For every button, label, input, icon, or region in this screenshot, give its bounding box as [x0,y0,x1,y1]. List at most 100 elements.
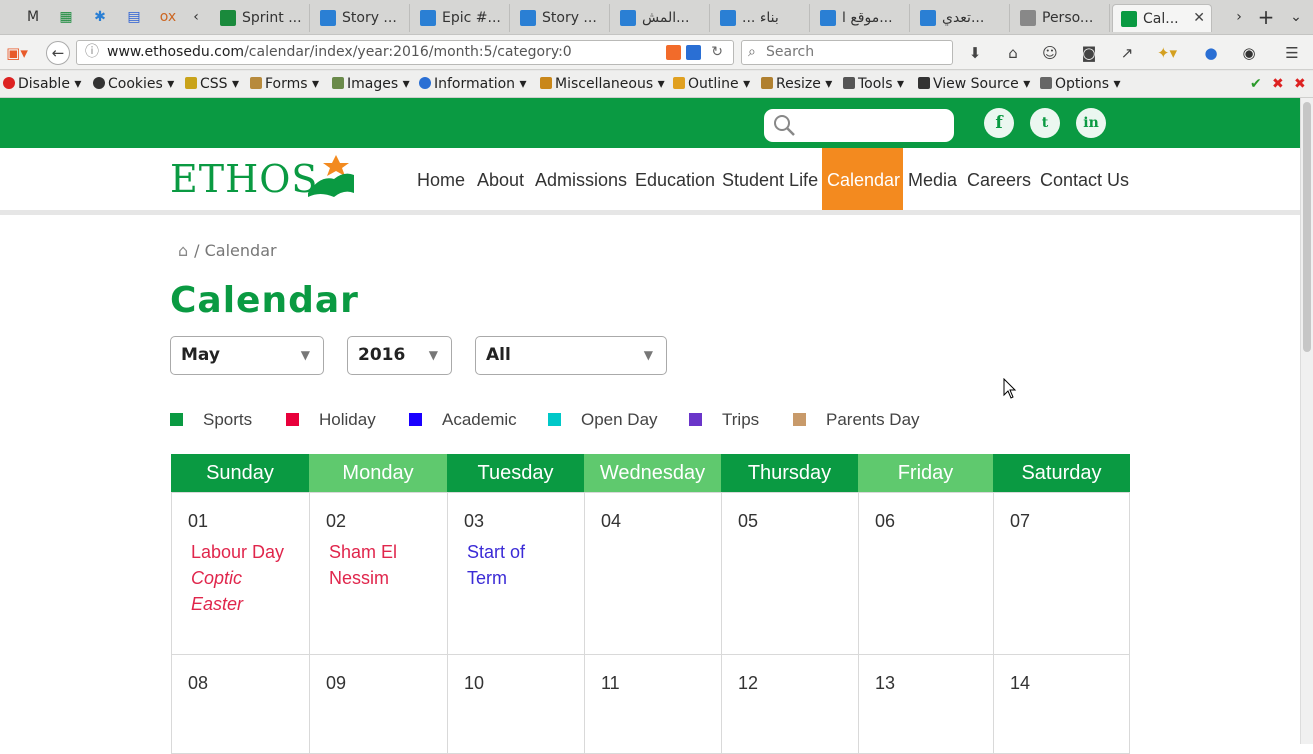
jira-icon [520,10,536,26]
linkedin-icon[interactable]: in [1076,108,1106,138]
calendar-day[interactable]: 08 [171,654,310,754]
tab-arabic-3[interactable]: موقع ا... [812,4,910,32]
nav-careers[interactable]: Careers [961,148,1037,210]
dev-miscellaneous[interactable]: Miscellaneous ▾ [540,76,665,92]
nav-student-life[interactable]: Student Life [716,148,824,210]
tab-scroll-left-icon[interactable]: ‹ [185,6,207,28]
gmail-icon[interactable]: M [22,6,44,28]
close-icon[interactable]: ✖ [1294,76,1306,92]
day-number: 12 [738,673,759,693]
site-search-input[interactable] [764,109,954,142]
facebook-icon[interactable]: f [984,108,1014,138]
twitter-icon[interactable]: t [1030,108,1060,138]
calendar-day[interactable]: 02 Sham El Nessim [309,492,448,655]
calendar-day[interactable]: 05 [721,492,859,655]
addon-info-icon[interactable] [686,45,701,60]
calendar-day[interactable]: 10 [447,654,585,754]
calendar-day[interactable]: 12 [721,654,859,754]
url-bar[interactable]: ⓘ www.ethosedu.com/calendar/index/year:2… [76,40,734,65]
addon-icon[interactable]: ▣▾ [2,41,32,65]
tab-calendar-active[interactable]: Cal... ✕ [1112,4,1212,32]
jira-icon[interactable]: ✱ [89,6,111,28]
day-number: 04 [601,511,622,531]
download-icon[interactable]: ⬇ [963,41,987,65]
addon-plus-icon[interactable] [666,45,681,60]
legend-swatch [548,413,561,426]
event-labour-day[interactable]: Labour Day [191,539,284,565]
event-coptic-easter[interactable]: Coptic Easter [191,565,271,617]
calendar-day[interactable]: 01 Labour Day Coptic Easter [171,492,310,655]
dev-disable[interactable]: Disable ▾ [3,76,81,92]
event-sham-el-nessim[interactable]: Sham El Nessim [329,539,419,591]
nav-media[interactable]: Media [902,148,963,210]
dev-view-source[interactable]: View Source ▾ [918,76,1030,92]
misc-icon [540,77,552,89]
month-select[interactable]: May ▼ [170,336,324,375]
nav-home[interactable]: Home [411,148,471,210]
color-picker-icon[interactable]: ◉ [1237,41,1261,65]
info-icon[interactable]: ⓘ [85,41,99,64]
dev-css[interactable]: CSS ▾ [185,76,239,92]
dev-outline[interactable]: Outline ▾ [673,76,750,92]
odoo-icon[interactable]: ox [157,6,179,28]
day-number: 06 [875,511,896,531]
scrollbar-thumb[interactable] [1303,102,1311,352]
reload-icon[interactable]: ↻ [711,41,723,64]
calendar-day[interactable]: 06 [858,492,994,655]
tools-icon [843,77,855,89]
tab-epic[interactable]: Epic #... [412,4,510,32]
dev-images[interactable]: Images ▾ [332,76,410,92]
nav-education[interactable]: Education [629,148,721,210]
dev-information[interactable]: Information ▾ [419,76,527,92]
category-select[interactable]: All ▼ [475,336,667,375]
search-input[interactable]: ⌕ Search [741,40,953,65]
error-icon[interactable]: ✖ [1272,76,1284,92]
emoji-icon[interactable]: ☺ [1038,41,1062,65]
menu-icon[interactable]: ☰ [1280,41,1304,65]
calendar-day[interactable]: 09 [309,654,448,754]
home-icon[interactable]: ⌂ [178,241,188,260]
nav-calendar[interactable]: Calendar [822,148,903,210]
nav-admissions[interactable]: Admissions [529,148,633,210]
calendar-day[interactable]: 14 [993,654,1130,754]
event-start-of-term[interactable]: Start of Term [467,539,547,591]
docs-icon[interactable]: ▤ [123,6,145,28]
dev-options[interactable]: Options ▾ [1040,76,1121,92]
page-scrollbar[interactable] [1300,98,1313,744]
images-icon [332,77,344,89]
nav-contact-us[interactable]: Contact Us [1034,148,1135,210]
dropdown-arrow-icon: ▼ [428,348,438,362]
close-icon[interactable]: ✕ [1193,10,1205,26]
tab-arabic-4[interactable]: تعدي... [912,4,1010,32]
extension-icon[interactable]: ✦▾ [1150,41,1184,65]
ethos-logo[interactable]: ETHOS [170,155,354,201]
tab-sprint[interactable]: Sprint ... [212,4,310,32]
new-tab-icon[interactable]: + [1255,5,1277,29]
dev-resize[interactable]: Resize ▾ [761,76,832,92]
home-icon[interactable]: ⌂ [1001,41,1025,65]
dev-forms[interactable]: Forms ▾ [250,76,319,92]
calendar-day[interactable]: 13 [858,654,994,754]
tab-scroll-right-icon[interactable]: › [1228,6,1250,28]
forms-icon [250,77,262,89]
pocket-icon[interactable]: ◙ [1077,41,1101,65]
year-select[interactable]: 2016 ▼ [347,336,452,375]
pin-icon[interactable]: ↗ [1115,41,1139,65]
check-icon[interactable]: ✔ [1250,76,1262,92]
calendar-day[interactable]: 11 [584,654,722,754]
chevron-down-icon[interactable]: ⌄ [1285,6,1307,28]
calendar-day[interactable]: 03 Start of Term [447,492,585,655]
tab-arabic-1[interactable]: المش... [612,4,710,32]
tab-story-2[interactable]: Story ... [512,4,610,32]
dev-cookies[interactable]: Cookies ▾ [93,76,174,92]
calendar-day[interactable]: 07 [993,492,1130,655]
nav-about[interactable]: About [471,148,530,210]
dev-tools[interactable]: Tools ▾ [843,76,904,92]
globe-icon[interactable]: ● [1199,41,1223,65]
sheets-icon[interactable]: ▦ [55,6,77,28]
back-icon[interactable]: ← [46,41,70,65]
calendar-day[interactable]: 04 [584,492,722,655]
tab-arabic-2[interactable]: ... بناء [712,4,810,32]
tab-story-1[interactable]: Story ... [312,4,410,32]
tab-personal[interactable]: Perso... [1012,4,1110,32]
